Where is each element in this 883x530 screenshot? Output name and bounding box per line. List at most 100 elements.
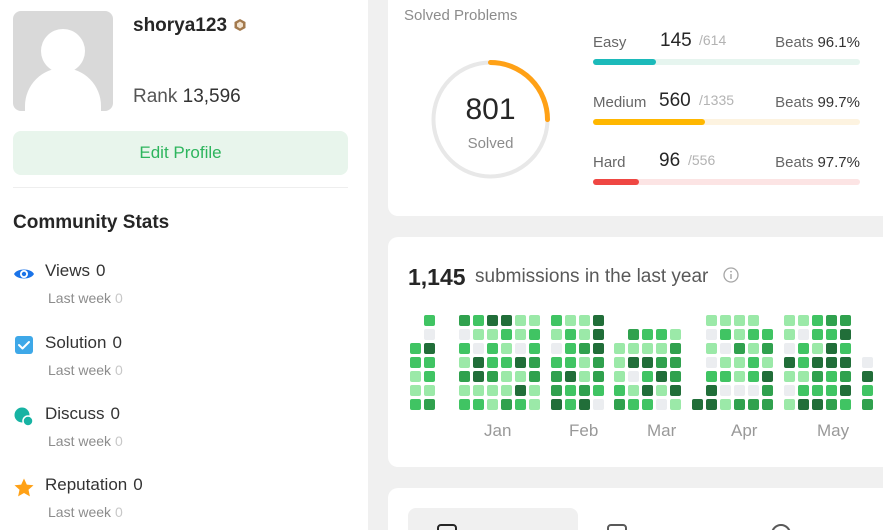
heatmap-cell[interactable] [529, 399, 540, 410]
heatmap-cell[interactable] [840, 385, 851, 396]
heatmap-cell[interactable] [734, 329, 745, 340]
heatmap-cell[interactable] [529, 343, 540, 354]
info-icon[interactable] [723, 267, 739, 283]
heatmap-cell[interactable] [798, 315, 809, 326]
heatmap-cell[interactable] [642, 357, 653, 368]
heatmap-cell[interactable] [487, 357, 498, 368]
heatmap-cell[interactable] [798, 371, 809, 382]
heatmap-cell[interactable] [670, 343, 681, 354]
heatmap-cell[interactable] [734, 357, 745, 368]
heatmap-cell[interactable] [628, 329, 639, 340]
heatmap-cell[interactable] [614, 399, 625, 410]
heatmap-cell[interactable] [579, 357, 590, 368]
heatmap-cell[interactable] [529, 385, 540, 396]
heatmap-cell[interactable] [656, 399, 667, 410]
heatmap-cell[interactable] [748, 315, 759, 326]
heatmap-cell[interactable] [515, 357, 526, 368]
heatmap-cell[interactable] [515, 371, 526, 382]
heatmap-cell[interactable] [473, 371, 484, 382]
heatmap-cell[interactable] [459, 315, 470, 326]
heatmap-cell[interactable] [565, 329, 576, 340]
heatmap-cell[interactable] [529, 315, 540, 326]
heatmap-cell[interactable] [614, 371, 625, 382]
heatmap-cell[interactable] [473, 385, 484, 396]
heatmap-cell[interactable] [706, 343, 717, 354]
heatmap-cell[interactable] [706, 371, 717, 382]
heatmap-cell[interactable] [706, 315, 717, 326]
heatmap-cell[interactable] [459, 371, 470, 382]
heatmap-cell[interactable] [565, 371, 576, 382]
heatmap-cell[interactable] [424, 343, 435, 354]
heatmap-cell[interactable] [798, 399, 809, 410]
heatmap-cell[interactable] [812, 399, 823, 410]
heatmap-cell[interactable] [459, 329, 470, 340]
heatmap-cell[interactable] [642, 385, 653, 396]
heatmap-cell[interactable] [473, 343, 484, 354]
heatmap-cell[interactable] [628, 343, 639, 354]
heatmap-cell[interactable] [593, 315, 604, 326]
heatmap-cell[interactable] [410, 385, 421, 396]
heatmap-cell[interactable] [459, 357, 470, 368]
heatmap-cell[interactable] [720, 399, 731, 410]
heatmap-cell[interactable] [826, 371, 837, 382]
heatmap-cell[interactable] [473, 315, 484, 326]
heatmap-cell[interactable] [784, 329, 795, 340]
heatmap-cell[interactable] [812, 315, 823, 326]
heatmap-cell[interactable] [459, 399, 470, 410]
heatmap-cell[interactable] [487, 399, 498, 410]
heatmap-cell[interactable] [762, 343, 773, 354]
heatmap-cell[interactable] [565, 385, 576, 396]
heatmap-cell[interactable] [424, 371, 435, 382]
heatmap-cell[interactable] [826, 329, 837, 340]
heatmap-cell[interactable] [642, 371, 653, 382]
heatmap-cell[interactable] [551, 343, 562, 354]
heatmap-cell[interactable] [593, 399, 604, 410]
heatmap-cell[interactable] [748, 329, 759, 340]
heatmap-cell[interactable] [840, 329, 851, 340]
heatmap-cell[interactable] [862, 385, 873, 396]
heatmap-cell[interactable] [424, 315, 435, 326]
heatmap-cell[interactable] [748, 399, 759, 410]
heatmap-cell[interactable] [670, 399, 681, 410]
heatmap-cell[interactable] [720, 371, 731, 382]
heatmap-cell[interactable] [410, 357, 421, 368]
heatmap-cell[interactable] [670, 357, 681, 368]
heatmap-cell[interactable] [551, 399, 562, 410]
heatmap-cell[interactable] [473, 329, 484, 340]
heatmap-cell[interactable] [579, 343, 590, 354]
heatmap-cell[interactable] [614, 357, 625, 368]
heatmap-cell[interactable] [798, 329, 809, 340]
heatmap-cell[interactable] [410, 371, 421, 382]
heatmap-cell[interactable] [473, 357, 484, 368]
heatmap-cell[interactable] [720, 357, 731, 368]
heatmap-cell[interactable] [720, 385, 731, 396]
heatmap-cell[interactable] [748, 343, 759, 354]
heatmap-cell[interactable] [784, 315, 795, 326]
username[interactable]: shorya123 [133, 15, 227, 37]
heatmap-cell[interactable] [762, 329, 773, 340]
heatmap-cell[interactable] [473, 399, 484, 410]
heatmap-cell[interactable] [670, 329, 681, 340]
heatmap-cell[interactable] [670, 385, 681, 396]
heatmap-cell[interactable] [798, 343, 809, 354]
heatmap-cell[interactable] [459, 385, 470, 396]
heatmap-cell[interactable] [628, 357, 639, 368]
heatmap-cell[interactable] [410, 399, 421, 410]
heatmap-cell[interactable] [798, 385, 809, 396]
heatmap-cell[interactable] [487, 371, 498, 382]
heatmap-cell[interactable] [642, 343, 653, 354]
heatmap-cell[interactable] [656, 329, 667, 340]
heatmap-cell[interactable] [642, 399, 653, 410]
heatmap-cell[interactable] [410, 343, 421, 354]
heatmap-cell[interactable] [762, 357, 773, 368]
heatmap-cell[interactable] [706, 329, 717, 340]
heatmap-cell[interactable] [424, 399, 435, 410]
heatmap-cell[interactable] [487, 385, 498, 396]
heatmap-cell[interactable] [424, 357, 435, 368]
heatmap-cell[interactable] [515, 385, 526, 396]
heatmap-cell[interactable] [501, 343, 512, 354]
heatmap-cell[interactable] [515, 315, 526, 326]
heatmap-cell[interactable] [579, 329, 590, 340]
heatmap-cell[interactable] [551, 371, 562, 382]
heatmap-cell[interactable] [593, 371, 604, 382]
